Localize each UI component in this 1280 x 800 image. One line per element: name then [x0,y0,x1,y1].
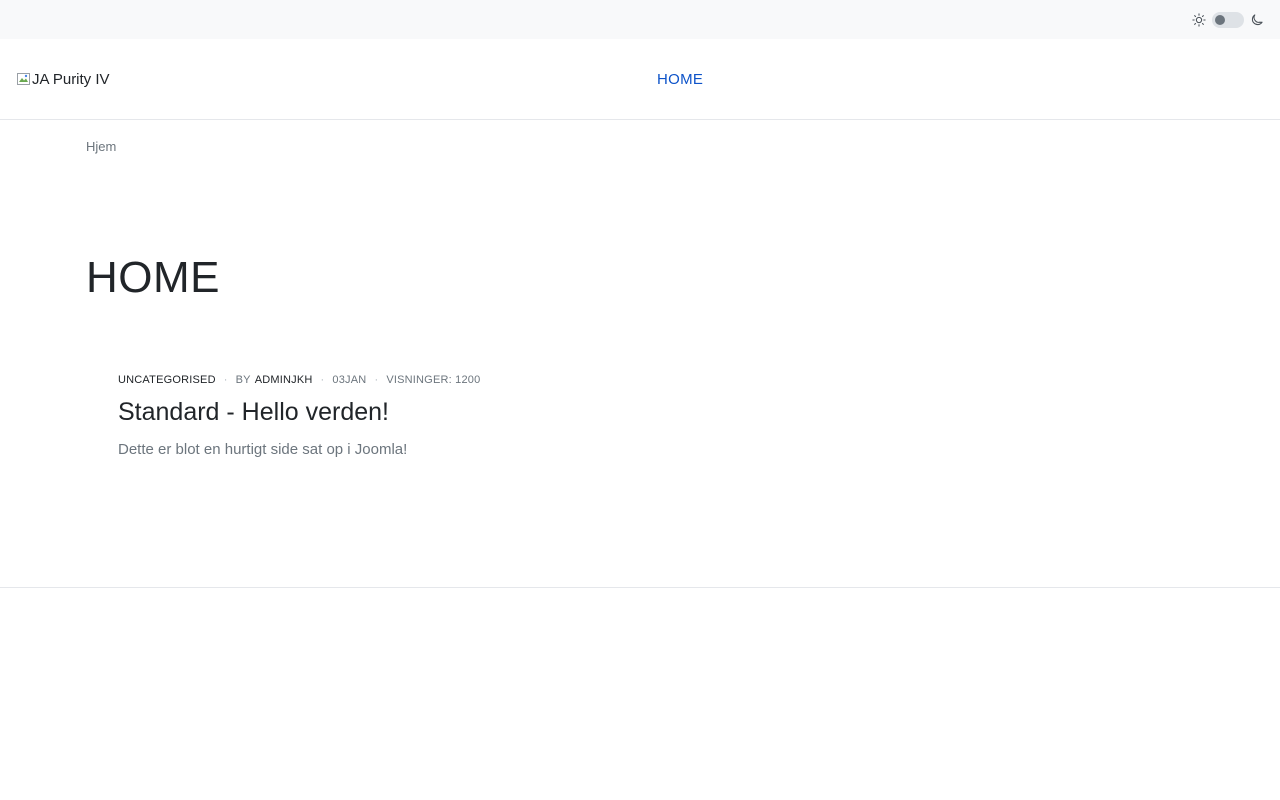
moon-icon [1251,13,1263,25]
breadcrumb-item-home[interactable]: Hjem [86,139,116,154]
meta-separator: · [374,374,379,386]
sun-icon [1192,12,1206,27]
site-logo[interactable]: JA Purity IV [16,71,110,88]
article-hits: VISNINGER: 1200 [386,374,481,386]
article-meta: UNCATEGORISED · BY ADMINJKH · 03JAN · VI… [118,374,1280,386]
page-title: HOME [86,253,220,302]
meta-separator: · [223,374,228,386]
top-bar [0,0,1280,39]
main-nav: HOME [657,39,703,119]
article-by-label: BY [235,374,251,386]
breadcrumb: Hjem [0,120,1280,180]
theme-switch-knob [1215,14,1225,25]
broken-image-icon [16,71,32,87]
theme-toggle[interactable] [1192,11,1264,28]
article-title[interactable]: Standard - Hello verden! [118,398,1280,427]
article-author[interactable]: ADMINJKH [255,374,313,386]
meta-separator: · [320,374,325,386]
nav-item-home[interactable]: HOME [657,71,703,88]
site-header: JA Purity IV HOME [0,39,1280,120]
theme-switch[interactable] [1212,11,1244,28]
footer-divider [0,587,1280,588]
article-item: UNCATEGORISED · BY ADMINJKH · 03JAN · VI… [0,374,1280,458]
article-intro: Dette er blot en hurtigt side sat op i J… [118,441,408,458]
article-date: 03JAN [332,374,367,386]
logo-alt-text: JA Purity IV [32,70,110,88]
article-category[interactable]: UNCATEGORISED [118,374,216,386]
